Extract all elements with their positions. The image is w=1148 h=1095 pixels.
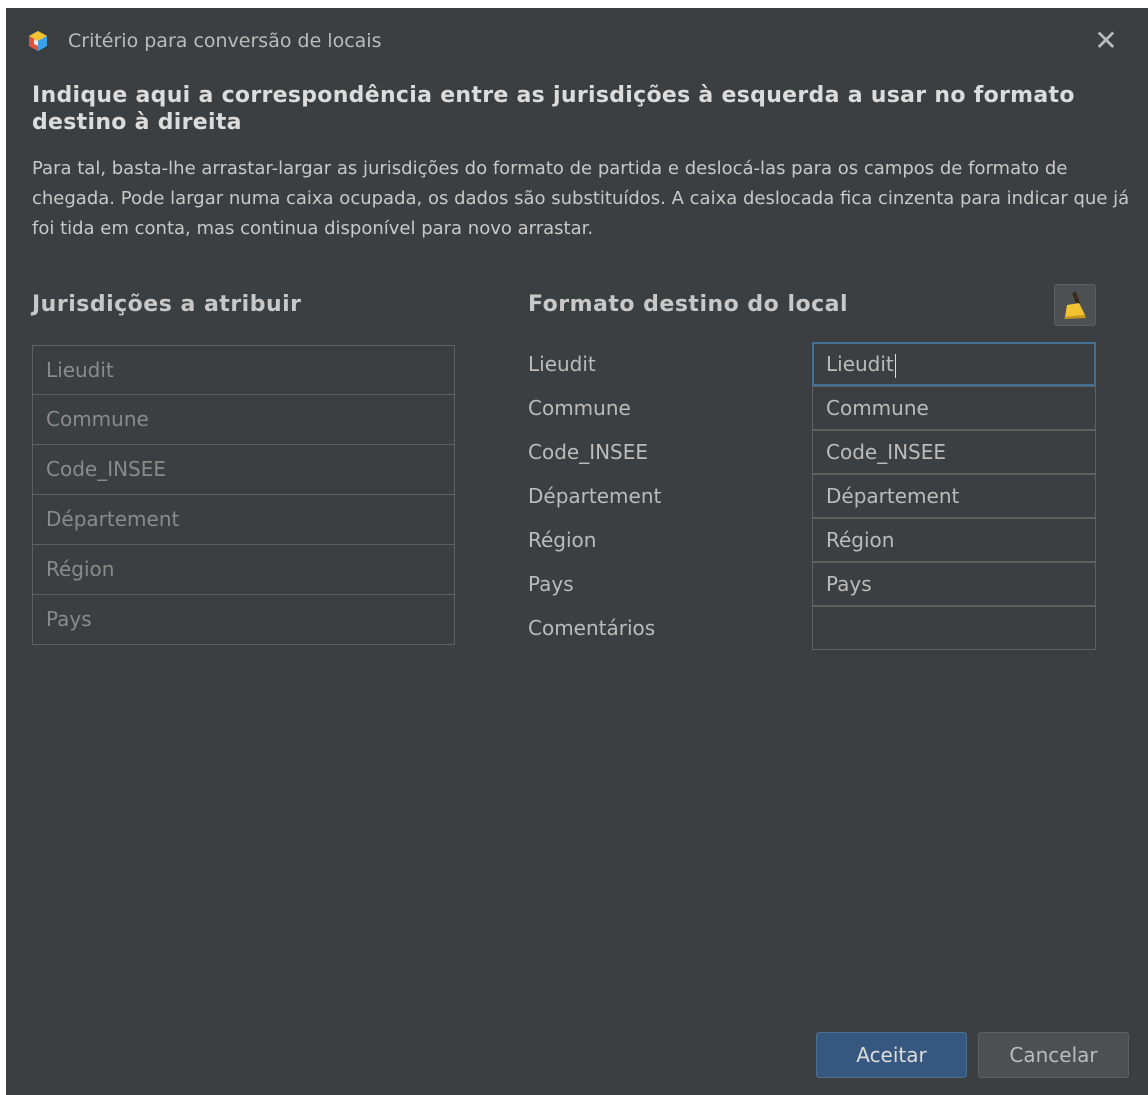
target-label: Département: [528, 484, 662, 508]
close-icon[interactable]: ✕: [1091, 26, 1121, 56]
app-logo-icon: [28, 30, 48, 52]
target-field-commune[interactable]: Commune: [812, 386, 1096, 430]
target-row-commune: Commune Commune: [528, 386, 1118, 430]
title-bar: Critério para conversão de locais ✕: [6, 8, 1148, 68]
source-item-commune[interactable]: Commune: [32, 395, 455, 445]
target-row-lieudit: Lieudit Lieudit: [528, 342, 1118, 386]
target-field-lieudit[interactable]: Lieudit: [812, 342, 1096, 386]
target-label: Code_INSEE: [528, 440, 649, 464]
source-item-region[interactable]: Région: [32, 545, 455, 595]
target-row-departement: Département Département: [528, 474, 1118, 518]
target-row-region: Région Région: [528, 518, 1118, 562]
target-label: Commune: [528, 396, 631, 420]
clean-mapping-button[interactable]: [1054, 284, 1096, 326]
text-caret: [894, 353, 896, 378]
source-item-pays[interactable]: Pays: [32, 595, 455, 645]
dialog-window: Critério para conversão de locais ✕ Indi…: [6, 8, 1148, 1095]
source-jurisdiction-list: Lieudit Commune Code_INSEE Département R…: [32, 345, 455, 645]
target-row-pays: Pays Pays: [528, 562, 1118, 606]
window-title: Critério para conversão de locais: [68, 30, 382, 52]
target-label: Comentários: [528, 616, 656, 640]
dialog-description: Para tal, basta-lhe arrastar-largar as j…: [32, 158, 1130, 239]
source-item-lieudit[interactable]: Lieudit: [32, 345, 455, 395]
target-section-title: Formato destino do local: [528, 292, 849, 317]
cancel-button[interactable]: Cancelar: [978, 1032, 1129, 1078]
source-section-title: Jurisdições a atribuir: [32, 292, 302, 317]
source-item-departement[interactable]: Département: [32, 495, 455, 545]
target-field-departement[interactable]: Département: [812, 474, 1096, 518]
target-row-code-insee: Code_INSEE Code_INSEE: [528, 430, 1118, 474]
accept-button[interactable]: Aceitar: [816, 1032, 967, 1078]
target-field-code-insee[interactable]: Code_INSEE: [812, 430, 1096, 474]
source-item-code-insee[interactable]: Code_INSEE: [32, 445, 455, 495]
broom-icon: [1055, 291, 1095, 329]
target-row-comentarios: Comentários: [528, 606, 1118, 650]
target-label: Pays: [528, 572, 574, 596]
target-field-comentarios[interactable]: [812, 606, 1096, 650]
target-field-value: Lieudit: [826, 352, 894, 376]
target-field-pays[interactable]: Pays: [812, 562, 1096, 606]
target-label: Lieudit: [528, 352, 596, 376]
dialog-heading: Indique aqui a correspondência entre as …: [32, 83, 1075, 135]
target-label: Région: [528, 528, 597, 552]
target-field-region[interactable]: Région: [812, 518, 1096, 562]
